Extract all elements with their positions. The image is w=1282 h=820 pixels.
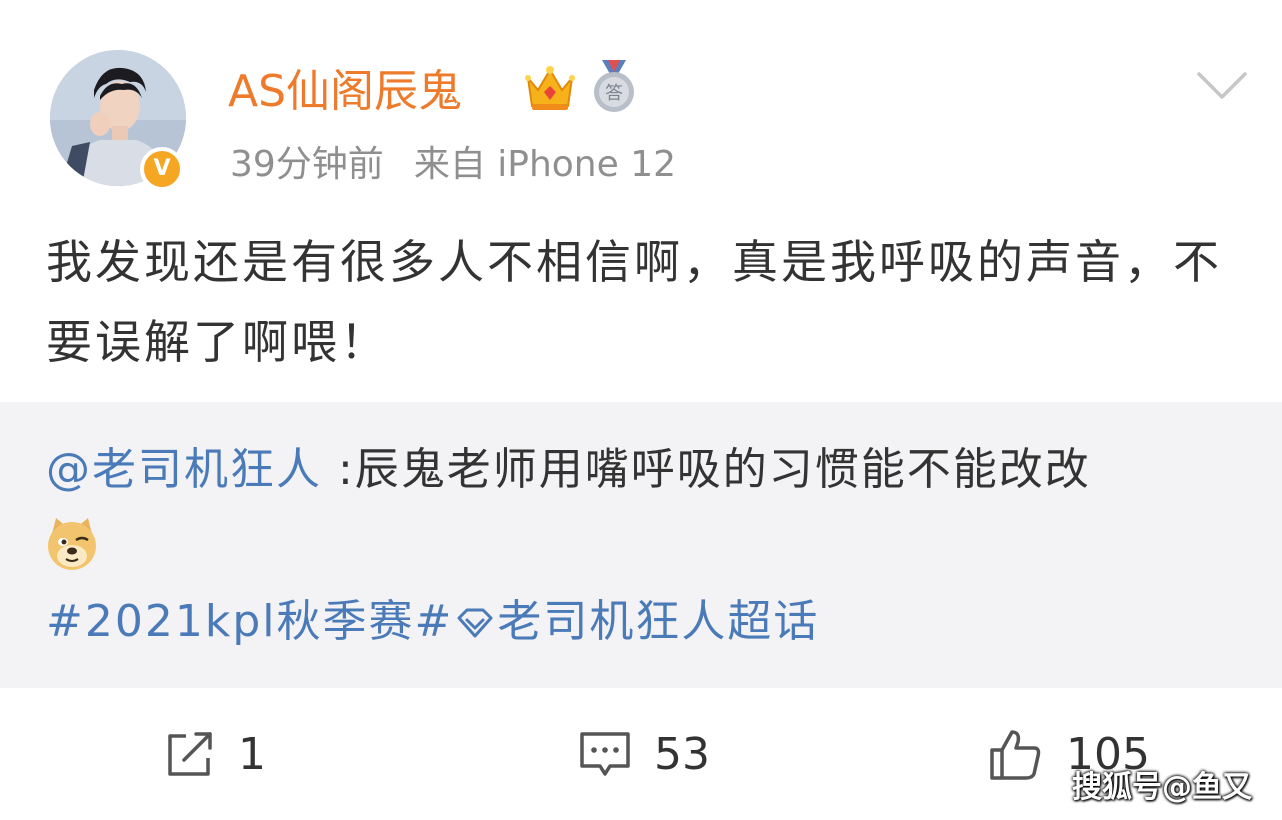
doge-emoji (48, 518, 96, 570)
repost-text: :辰鬼老师用嘴呼吸的习惯能不能改改 (322, 444, 1091, 495)
medal-icon[interactable]: 答 (588, 58, 640, 114)
repost-button[interactable]: 1 (164, 730, 266, 780)
crown-icon[interactable] (522, 60, 578, 114)
post-source: 来自 iPhone 12 (413, 144, 677, 185)
comment-button[interactable]: 53 (578, 730, 710, 780)
watermark: 搜狐号@鱼又 (1072, 770, 1252, 805)
svg-text:答: 答 (605, 83, 623, 104)
comment-count: 53 (654, 729, 710, 780)
supertopic-link[interactable]: 老司机狂人超话 (497, 596, 819, 647)
verified-icon: V (140, 147, 184, 191)
like-icon (990, 730, 1041, 780)
hashtags: #2021kpl秋季赛# 老司机狂人超话 (46, 586, 819, 658)
repost-count: 1 (238, 729, 266, 780)
post-meta: 39分钟前 来自 iPhone 12 (230, 140, 676, 190)
chevron-down-icon[interactable] (1196, 70, 1248, 102)
post-text: 我发现还是有很多人不相信啊，真是我呼吸的声音，不要误解了啊喂！ (46, 235, 1222, 369)
post-time: 39分钟前 (230, 144, 384, 185)
repost-content: @老司机狂人 :辰鬼老师用嘴呼吸的习惯能不能改改 (46, 432, 1256, 508)
weibo-post-card: V AS仙阁辰鬼 答 39分钟前 来自 iPhone 12 我发现还是有很多人不相… (0, 0, 1282, 820)
username[interactable]: AS仙阁辰鬼 (228, 62, 462, 122)
mention-link[interactable]: @老司机狂人 (46, 444, 322, 495)
supertopic-icon (457, 608, 493, 638)
hashtag-kpl[interactable]: #2021kpl秋季赛# (46, 596, 453, 647)
repost-icon (168, 732, 212, 776)
comment-icon (580, 732, 630, 776)
